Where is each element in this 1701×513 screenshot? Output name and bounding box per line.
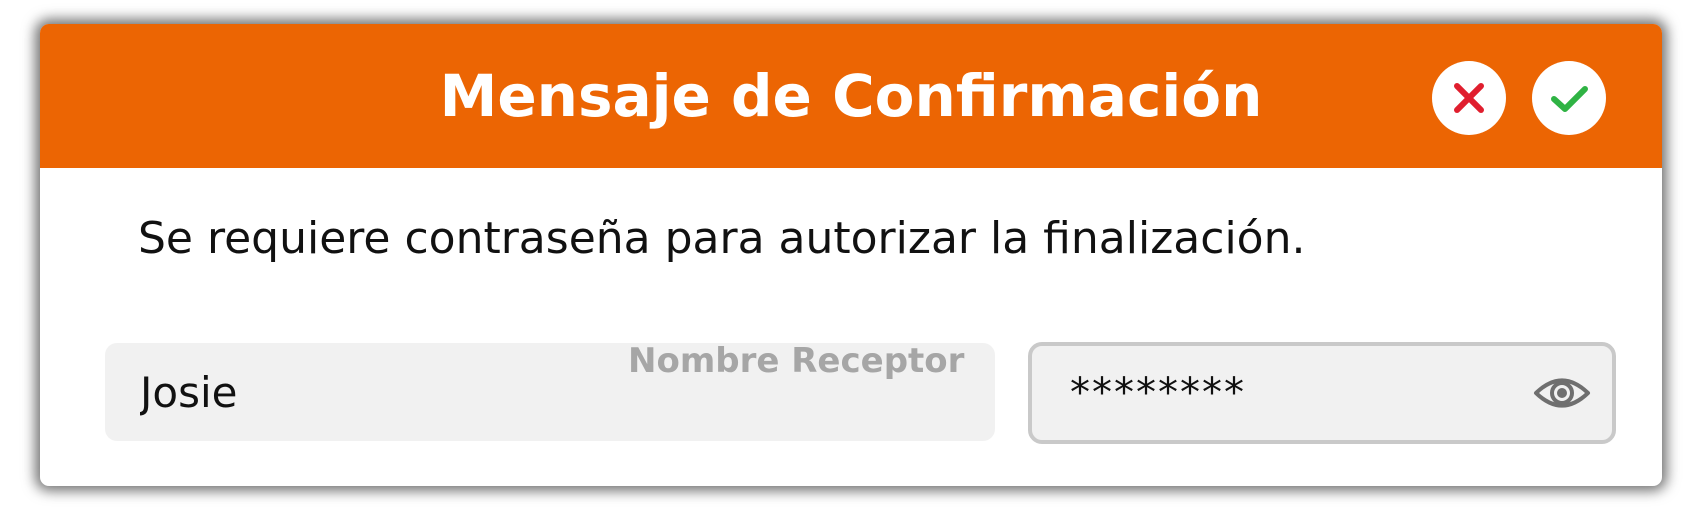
show-password-button[interactable] — [1532, 368, 1592, 418]
dialog-title: Mensaje de Confirmación — [439, 62, 1263, 130]
close-icon — [1454, 83, 1484, 113]
check-icon — [1551, 86, 1588, 112]
dialog-header: Mensaje de Confirmación — [40, 24, 1662, 168]
dialog-message: Se requiere contraseña para autorizar la… — [138, 213, 1306, 264]
password-field-container — [1028, 342, 1616, 444]
confirmation-dialog: Mensaje de Confirmación Se requiere cont… — [40, 24, 1662, 486]
password-input[interactable] — [1032, 346, 1512, 440]
confirm-button[interactable] — [1532, 61, 1606, 135]
eye-icon — [1534, 378, 1590, 408]
receiver-name-label: Nombre Receptor — [628, 341, 965, 381]
cancel-button[interactable] — [1432, 61, 1506, 135]
